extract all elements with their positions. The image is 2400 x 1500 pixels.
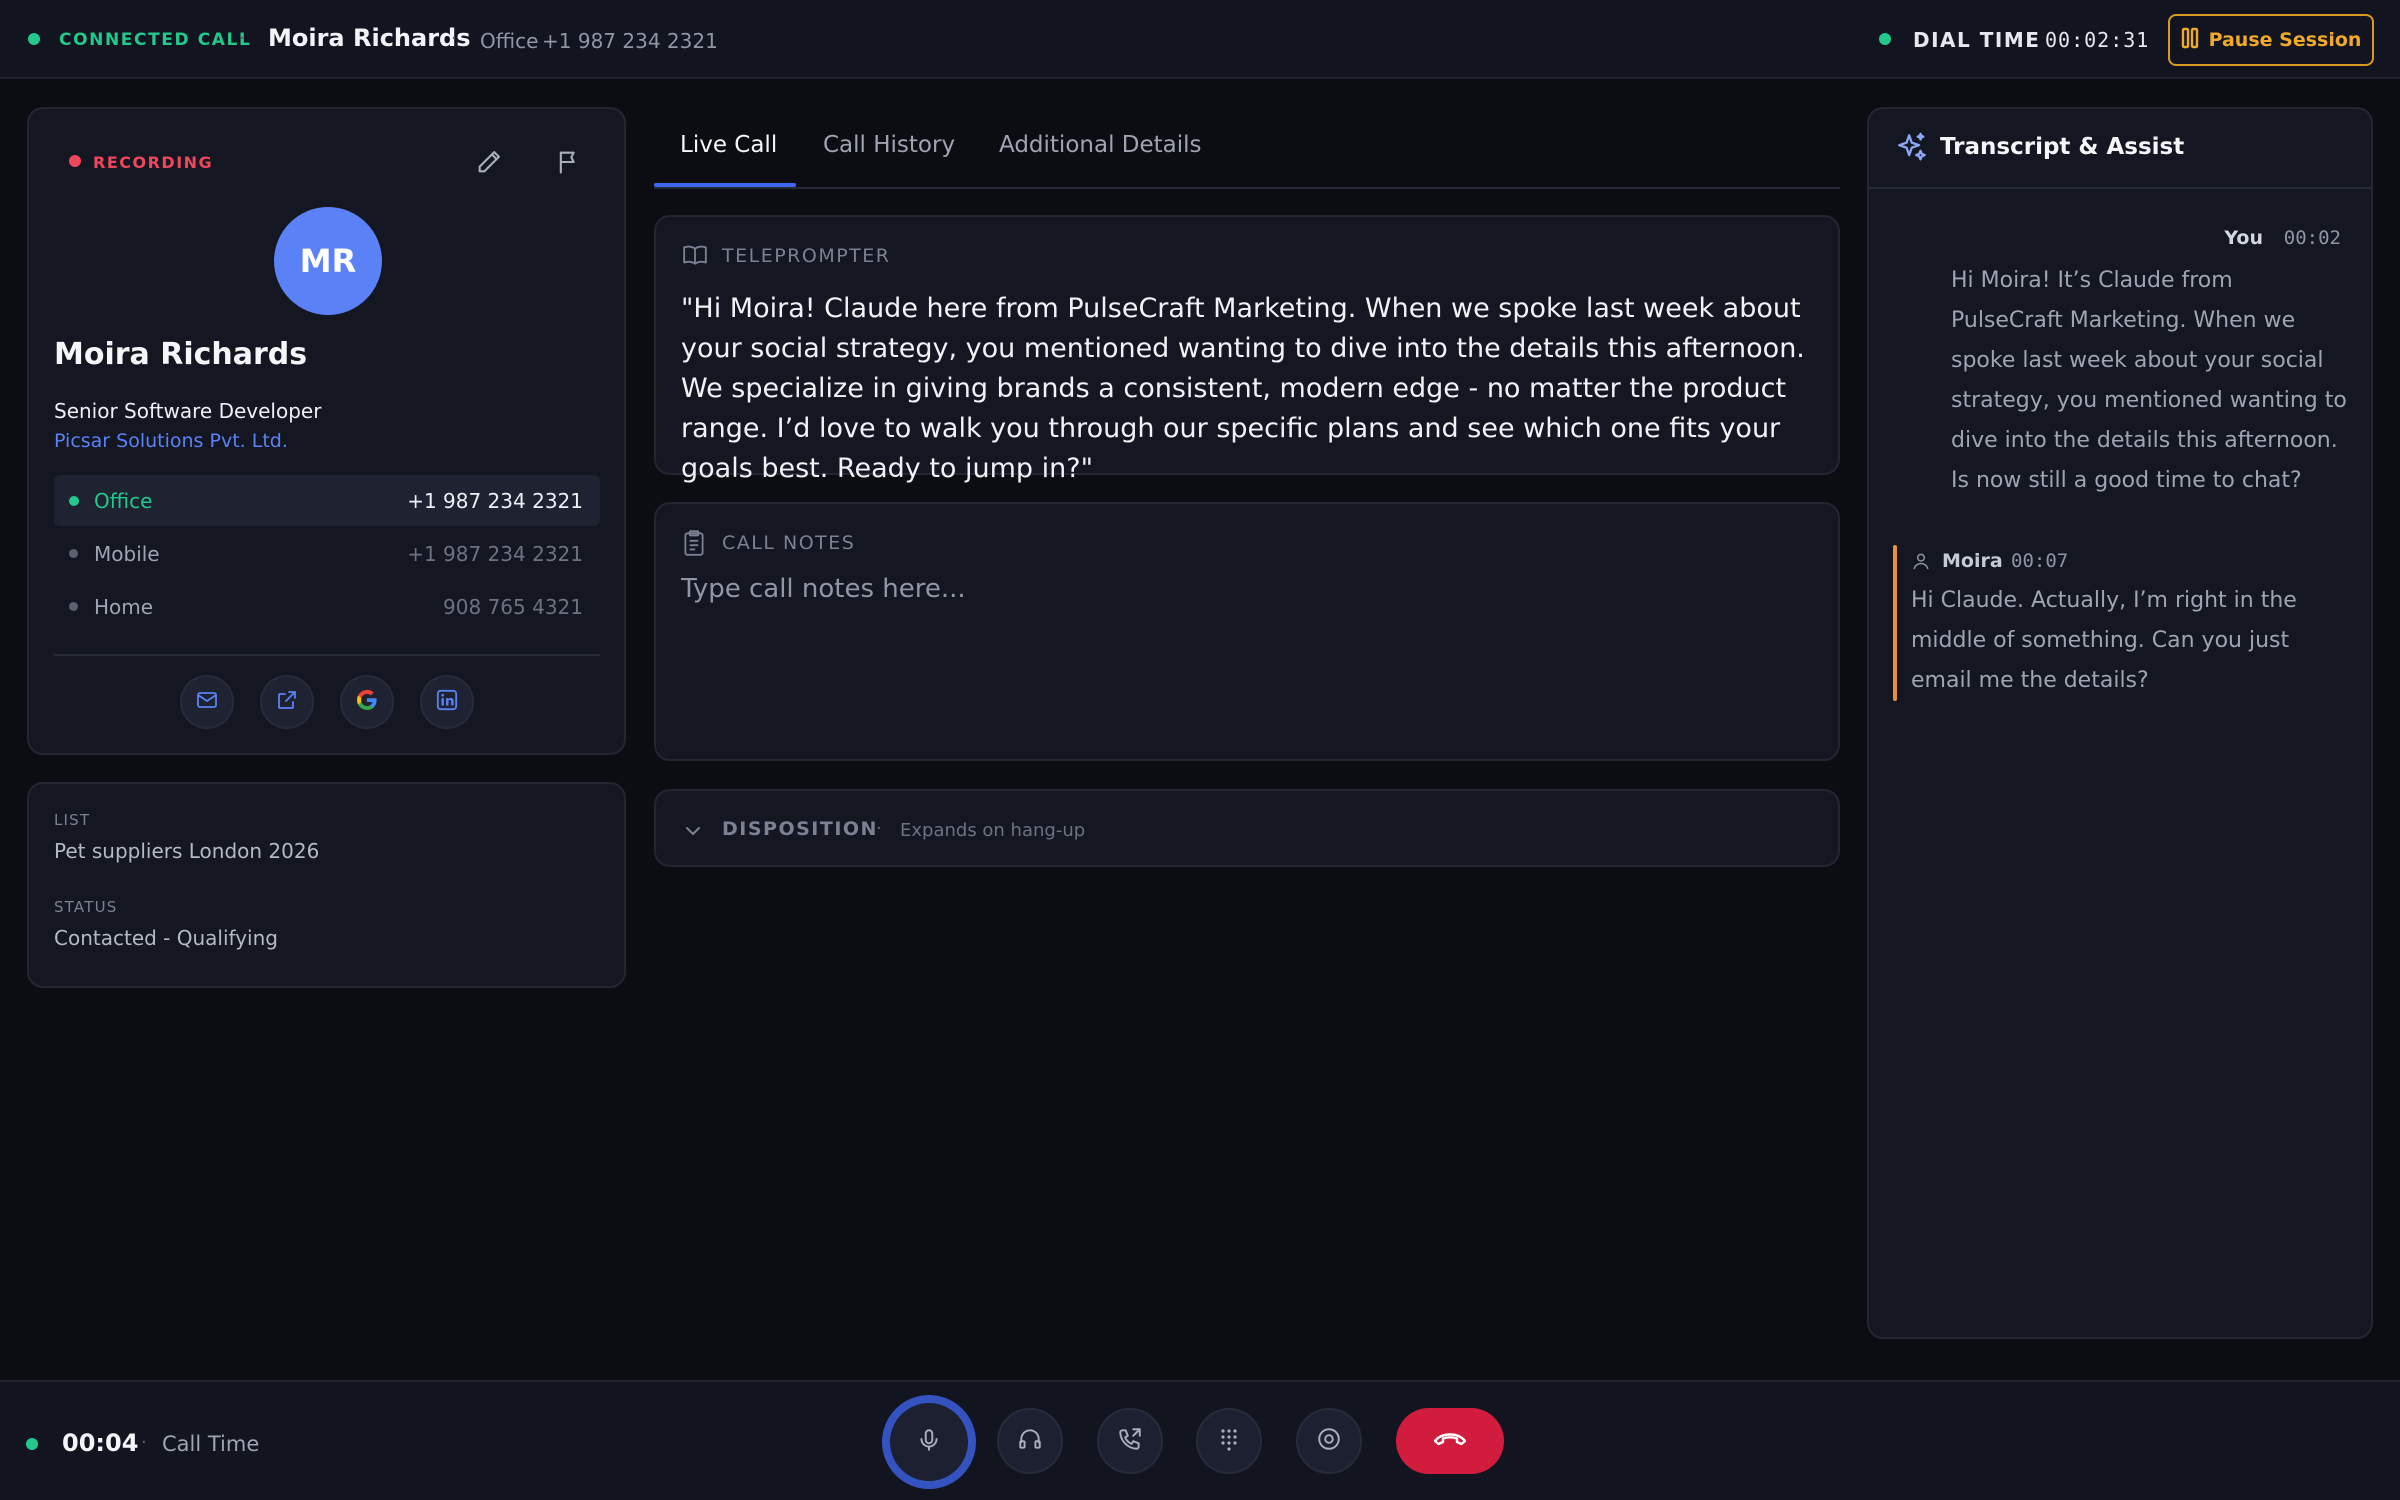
disposition-hint: Expands on hang-up [900, 820, 1086, 841]
keypad-icon [1217, 1427, 1241, 1455]
record-button[interactable] [1296, 1408, 1362, 1474]
separator: · [451, 28, 457, 49]
active-tab-indicator [654, 183, 796, 187]
caller-message-accent [1893, 545, 1897, 701]
external-link-icon [275, 688, 299, 716]
dial-time-label: DIAL TIME [1913, 28, 2041, 52]
phone-number: +1 987 234 2321 [407, 542, 583, 566]
message-timestamp: 00:07 [2011, 550, 2069, 572]
phone-label: Mobile [94, 542, 160, 566]
transcript-panel: Transcript & Assist You 00:02 Hi Moira! … [1867, 107, 2373, 1339]
teleprompter-panel: TELEPROMPTER "Hi Moira! Claude here from… [654, 215, 1840, 484]
call-time-label: Call Time [162, 1432, 260, 1456]
active-line-dot [69, 496, 79, 506]
linkedin-button[interactable] [420, 675, 474, 729]
header-line-number: +1 987 234 2321 [542, 29, 718, 53]
teleprompter-label: TELEPROMPTER [722, 245, 891, 267]
phone-row-home[interactable]: Home 908 765 4321 [54, 581, 600, 632]
pause-icon [2181, 27, 2199, 54]
transcript-title: Transcript & Assist [1940, 134, 2185, 160]
chevron-down-icon [681, 819, 705, 847]
tab-call-history[interactable]: Call History [823, 132, 955, 158]
status-label: STATUS [54, 898, 118, 916]
top-bar: CONNECTED CALL · Moira Richards · Office… [0, 0, 2400, 79]
transcript-header: Transcript & Assist [1869, 109, 2371, 189]
separator: · [239, 28, 245, 49]
message-timestamp: 00:02 [2283, 227, 2341, 249]
message-speaker: You [2224, 227, 2263, 249]
header-line-label: Office [480, 29, 539, 53]
tab-additional-details[interactable]: Additional Details [999, 132, 1202, 158]
sparkle-icon [1895, 131, 1929, 169]
flag-icon [555, 148, 583, 180]
phone-number: 908 765 4321 [443, 595, 583, 619]
contact-card: RECORDING MR Moira Richards Senior Softw… [27, 107, 626, 755]
call-time-value: 00:04 [62, 1429, 139, 1457]
email-button[interactable] [180, 675, 234, 729]
hold-button[interactable] [997, 1408, 1063, 1474]
contact-title: Senior Software Developer [54, 399, 322, 423]
call-notes-panel: CALL NOTES [654, 502, 1840, 761]
headset-icon [1017, 1426, 1043, 1456]
list-value: Pet suppliers London 2026 [54, 839, 320, 863]
pencil-icon [475, 148, 503, 180]
call-notes-input[interactable] [681, 574, 1811, 734]
pause-session-button[interactable]: Pause Session [2168, 14, 2374, 66]
call-notes-label: CALL NOTES [722, 532, 856, 554]
clipboard-icon [681, 529, 707, 561]
linkedin-icon [436, 689, 458, 715]
hang-up-icon [1432, 1429, 1468, 1453]
user-icon [1911, 550, 1931, 576]
transfer-button[interactable] [1097, 1408, 1163, 1474]
edit-contact-button[interactable] [464, 139, 514, 189]
call-controls-bar: 00:04 · Call Time [0, 1380, 2400, 1500]
divider [54, 654, 600, 656]
header-contact-name: Moira Richards [268, 24, 471, 52]
pause-session-label: Pause Session [2208, 29, 2362, 51]
microphone-icon [916, 1427, 942, 1457]
record-icon [1316, 1426, 1342, 1456]
call-active-dot [26, 1438, 38, 1450]
hang-up-button[interactable] [1396, 1408, 1504, 1474]
mail-icon [195, 688, 219, 716]
avatar: MR [274, 207, 382, 315]
contact-company-link[interactable]: Picsar Solutions Pvt. Ltd. [54, 430, 288, 452]
connection-status-dot [28, 33, 40, 45]
line-dot [69, 549, 78, 558]
disposition-label: DISPOSITION [722, 818, 878, 840]
message-speaker: Moira [1942, 550, 2003, 572]
separator: · [876, 818, 882, 839]
phone-label: Home [94, 595, 154, 619]
list-label: LIST [54, 811, 91, 829]
message-text: Hi Moira! It’s Claude from PulseCraft Ma… [1951, 268, 2347, 493]
phone-row-office[interactable]: Office +1 987 234 2321 [54, 475, 600, 526]
phone-number: +1 987 234 2321 [407, 489, 583, 513]
contact-name: Moira Richards [54, 337, 308, 372]
book-icon [681, 242, 709, 272]
teleprompter-script: "Hi Moira! Claude here from PulseCraft M… [681, 293, 1805, 484]
phone-label: Office [94, 489, 153, 513]
flag-contact-button[interactable] [544, 139, 594, 189]
dial-time-dot [1879, 33, 1891, 45]
phone-row-mobile[interactable]: Mobile +1 987 234 2321 [54, 528, 600, 579]
dial-time-value: 00:02:31 [2045, 28, 2150, 52]
keypad-button[interactable] [1196, 1408, 1262, 1474]
mute-button[interactable] [882, 1395, 976, 1489]
google-icon [355, 688, 379, 716]
list-status-card: LIST Pet suppliers London 2026 STATUS Co… [27, 782, 626, 988]
connection-status-label: CONNECTED CALL [59, 30, 252, 50]
call-transfer-icon [1117, 1426, 1143, 1456]
message-text: Hi Claude. Actually, I’m right in the mi… [1911, 588, 2297, 693]
tab-live-call[interactable]: Live Call [680, 132, 777, 158]
recording-dot [69, 155, 81, 167]
status-value: Contacted - Qualifying [54, 926, 278, 950]
disposition-panel[interactable]: DISPOSITION · Expands on hang-up [654, 789, 1840, 867]
separator: · [141, 1432, 147, 1453]
tab-bar: Live Call Call History Additional Detail… [654, 107, 1840, 189]
open-profile-button[interactable] [260, 675, 314, 729]
line-dot [69, 602, 78, 611]
recording-label: RECORDING [93, 153, 214, 172]
google-search-button[interactable] [340, 675, 394, 729]
